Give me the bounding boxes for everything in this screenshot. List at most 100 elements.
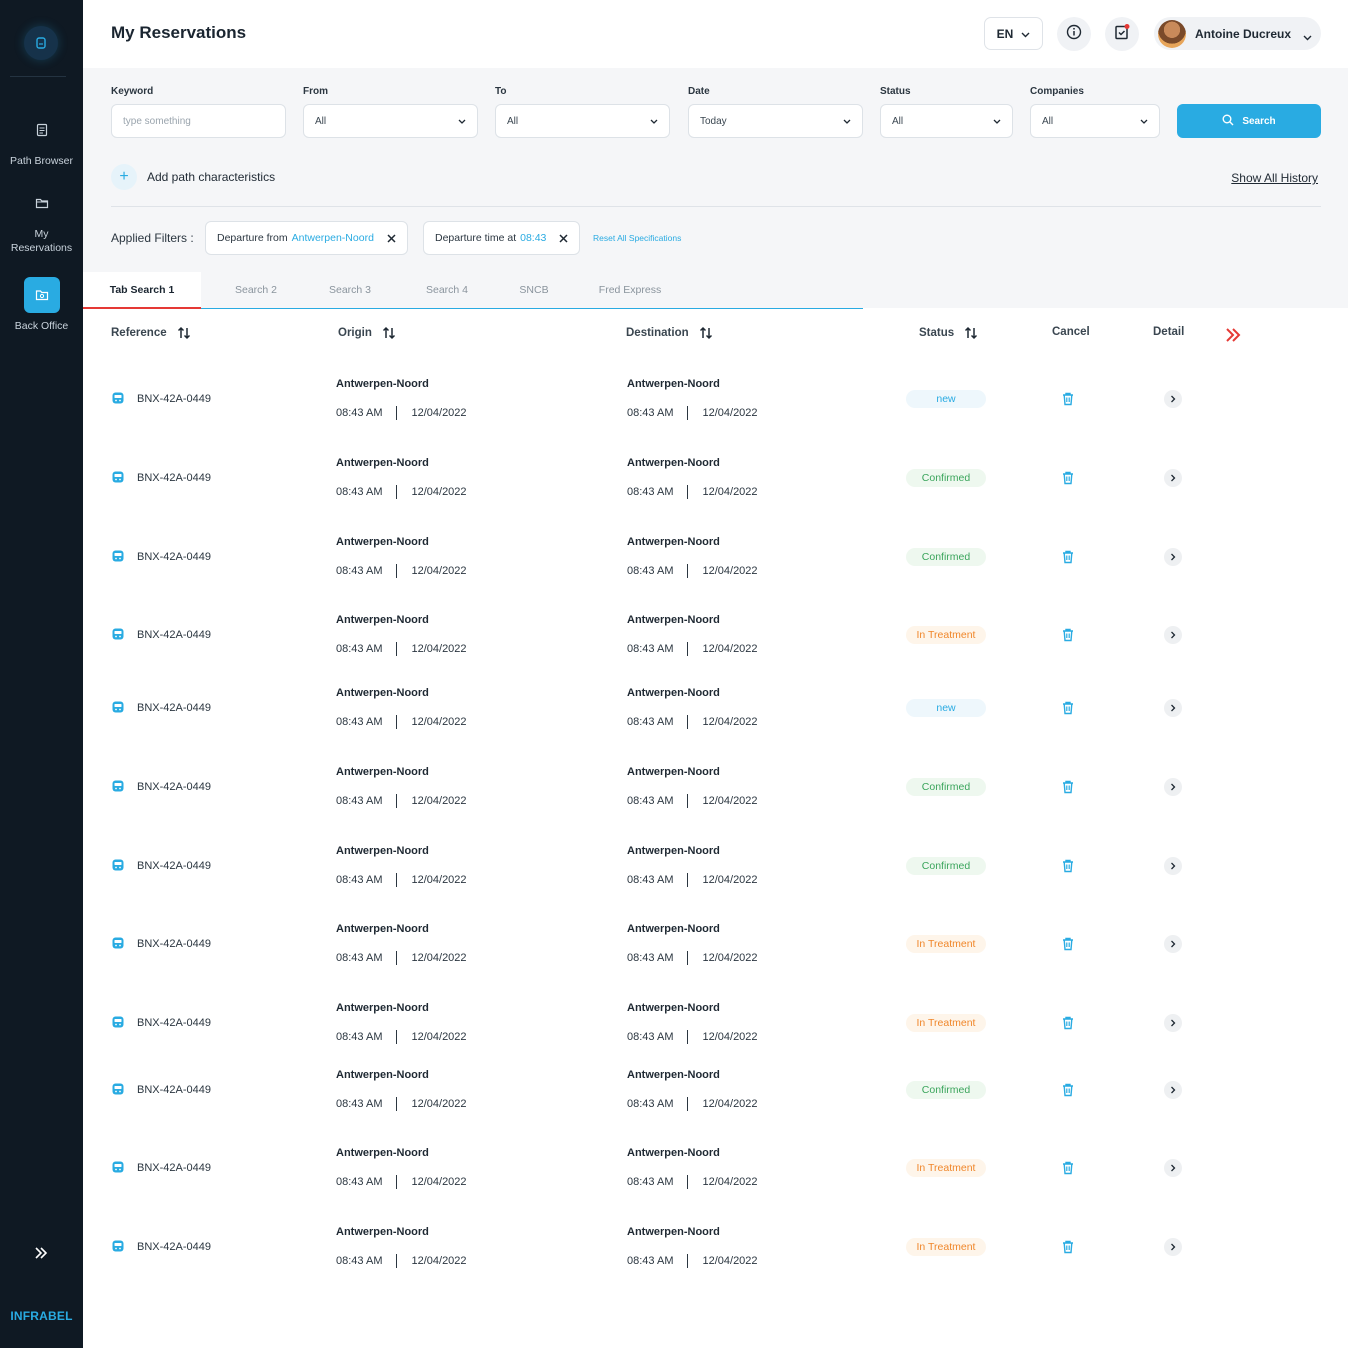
language-value: EN [996, 26, 1014, 41]
tab-search-3[interactable]: Search 3 [305, 272, 395, 308]
separator [396, 564, 398, 578]
trash-icon[interactable] [1060, 1015, 1076, 1031]
sort-icon[interactable] [177, 326, 191, 340]
origin-date: 12/04/2022 [411, 565, 467, 577]
trash-icon[interactable] [1060, 1239, 1076, 1255]
origin-date: 12/04/2022 [411, 1098, 467, 1110]
tab-fred-express[interactable]: Fred Express [585, 272, 675, 308]
sort-icon[interactable] [699, 326, 713, 340]
chevron-down-icon [1140, 116, 1148, 127]
trash-icon[interactable] [1060, 627, 1076, 643]
detail-button[interactable] [1164, 626, 1182, 644]
keyword-input[interactable] [123, 115, 274, 127]
detail-button[interactable] [1164, 1159, 1182, 1177]
page-title: My Reservations [111, 23, 247, 42]
reference-cell: BNX-42A-0449 [111, 1138, 211, 1198]
trash-icon[interactable] [1060, 391, 1076, 407]
info-button[interactable] [1057, 17, 1091, 51]
separator [396, 1030, 398, 1044]
expand-sidebar-icon[interactable] [28, 1240, 54, 1266]
sidebar-item-my-reservations[interactable]: My Reservations [0, 185, 83, 255]
origin-datetime: 08:43 AM 12/04/2022 [336, 1030, 467, 1044]
status-badge: Confirmed [906, 778, 986, 796]
table-row: BNX-42A-0449 Antwerpen-Noord 08:43 AM 12/04… [83, 914, 1348, 974]
reference-cell: BNX-42A-0449 [111, 836, 211, 896]
trash-icon[interactable] [1060, 779, 1076, 795]
sort-icon[interactable] [964, 326, 978, 340]
separator [687, 1254, 689, 1268]
sidebar-item-back-office[interactable]: Back Office [0, 277, 83, 333]
companies-select[interactable]: All [1030, 104, 1160, 138]
close-icon[interactable] [387, 233, 396, 243]
close-icon[interactable] [559, 233, 568, 243]
date-select[interactable]: Today [688, 104, 863, 138]
origin-datetime: 08:43 AM 12/04/2022 [336, 951, 467, 965]
reference-cell: BNX-42A-0449 [111, 678, 211, 738]
chevron-right-icon [1170, 553, 1176, 561]
detail-button[interactable] [1164, 1014, 1182, 1032]
origin-date: 12/04/2022 [411, 952, 467, 964]
search-button[interactable]: Search [1177, 104, 1321, 138]
reference-text: BNX-42A-0449 [137, 1017, 211, 1029]
tab-search-4[interactable]: Search 4 [402, 272, 492, 308]
origin-station: Antwerpen-Noord [336, 687, 429, 699]
trash-icon[interactable] [1060, 700, 1076, 716]
trash-icon[interactable] [1060, 936, 1076, 952]
from-select[interactable]: All [303, 104, 478, 138]
trash-icon[interactable] [1060, 1160, 1076, 1176]
detail-button[interactable] [1164, 699, 1182, 717]
chevron-down-icon [843, 116, 851, 127]
origin-datetime: 08:43 AM 12/04/2022 [336, 873, 467, 887]
origin-date: 12/04/2022 [411, 1255, 467, 1267]
origin-station: Antwerpen-Noord [336, 614, 429, 626]
sidebar-item-label: My Reservations [10, 228, 73, 254]
status-badge: new [906, 699, 986, 717]
language-select[interactable]: EN [984, 17, 1043, 50]
chevron-right-icon [1170, 783, 1176, 791]
tab-search-1[interactable]: Tab Search 1 [83, 272, 201, 309]
add-path-characteristics[interactable]: + Add path characteristics [111, 164, 275, 190]
reference-text: BNX-42A-0449 [137, 629, 211, 641]
destination-date: 12/04/2022 [702, 795, 758, 807]
origin-datetime: 08:43 AM 12/04/2022 [336, 715, 467, 729]
detail-button[interactable] [1164, 778, 1182, 796]
origin-time: 08:43 AM [336, 716, 383, 728]
detail-button[interactable] [1164, 935, 1182, 953]
destination-datetime: 08:43 AM 12/04/2022 [627, 794, 758, 808]
tab-sncb[interactable]: SNCB [489, 272, 579, 308]
detail-button[interactable] [1164, 548, 1182, 566]
notifications-button[interactable] [1105, 17, 1139, 51]
reference-text: BNX-42A-0449 [137, 1162, 211, 1174]
destination-date: 12/04/2022 [702, 1255, 758, 1267]
detail-button[interactable] [1164, 1238, 1182, 1256]
trash-icon[interactable] [1060, 549, 1076, 565]
reset-specifications-link[interactable]: Reset All Specifications [593, 233, 681, 243]
status-select[interactable]: All [880, 104, 1013, 138]
origin-datetime: 08:43 AM 12/04/2022 [336, 406, 467, 420]
detail-button[interactable] [1164, 857, 1182, 875]
separator [687, 642, 689, 656]
detail-button[interactable] [1164, 1081, 1182, 1099]
trash-icon[interactable] [1060, 470, 1076, 486]
detail-button[interactable] [1164, 469, 1182, 487]
trash-icon[interactable] [1060, 1082, 1076, 1098]
to-value: All [507, 115, 519, 127]
brand-logo: INFRABEL [10, 1309, 73, 1323]
status-badge: In Treatment [906, 935, 986, 953]
origin-station: Antwerpen-Noord [336, 378, 429, 390]
show-all-history-link[interactable]: Show All History [1231, 171, 1318, 185]
tab-search-2[interactable]: Search 2 [211, 272, 301, 308]
user-menu[interactable]: Antoine Ducreux [1154, 17, 1321, 50]
detail-button[interactable] [1164, 390, 1182, 408]
origin-time: 08:43 AM [336, 1098, 383, 1110]
filters-divider [111, 206, 1321, 207]
destination-date: 12/04/2022 [702, 1176, 758, 1188]
column-header-reference: Reference [111, 326, 191, 340]
to-select[interactable]: All [495, 104, 670, 138]
sort-icon[interactable] [382, 326, 396, 340]
double-chevron-right-icon[interactable] [1224, 326, 1242, 349]
keyword-field[interactable] [111, 104, 286, 138]
sidebar-item-path-browser[interactable]: Path Browser [0, 112, 83, 168]
trash-icon[interactable] [1060, 858, 1076, 874]
origin-date: 12/04/2022 [411, 643, 467, 655]
